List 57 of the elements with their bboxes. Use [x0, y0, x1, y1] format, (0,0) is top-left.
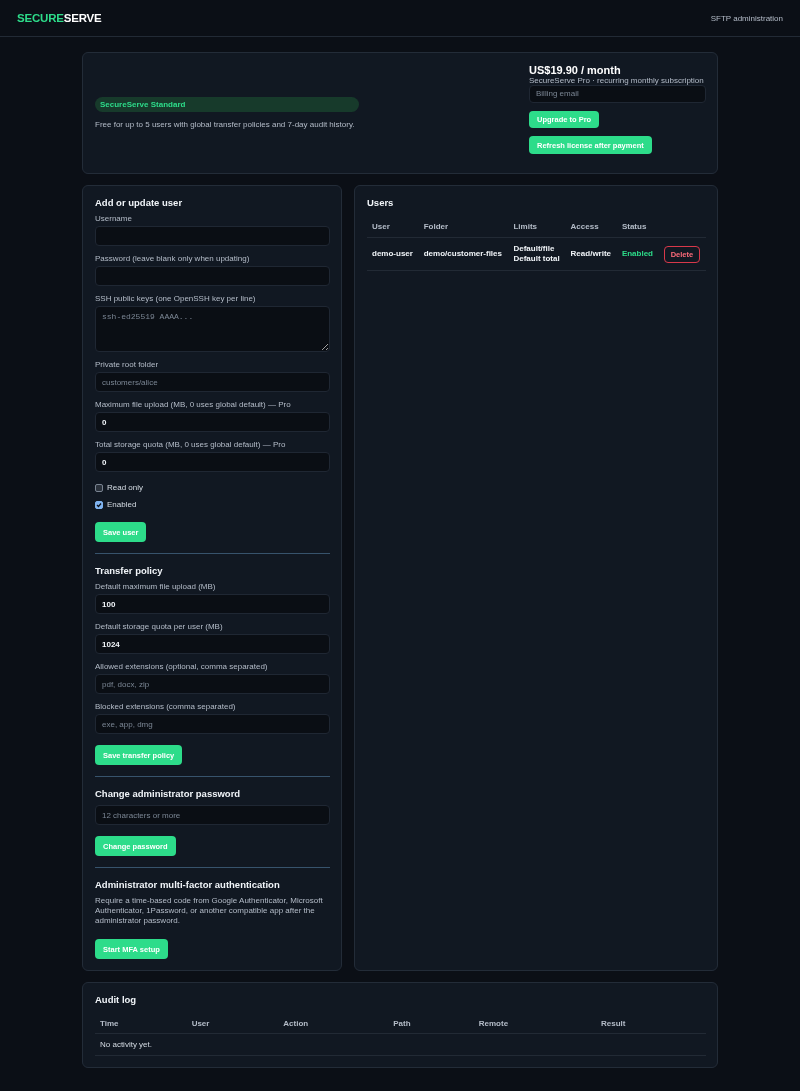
input-field[interactable]	[95, 226, 330, 246]
input-field[interactable]: 0	[95, 412, 330, 432]
field-label: Maximum file upload (MB, 0 uses global default) — Pro	[95, 400, 292, 410]
header-subtitle: SFTP administration	[710, 13, 783, 23]
checkbox-label: Enabled	[107, 500, 137, 509]
input-field[interactable]	[95, 266, 330, 286]
plan-badge: SecureServe Standard	[95, 96, 359, 112]
field-label: Allowed extensions (optional, comma separated)	[95, 662, 269, 672]
panel-title: Audit log	[95, 994, 138, 1005]
column-header: Limits	[508, 218, 566, 238]
input-field[interactable]: pdf, docx, zip	[95, 674, 330, 694]
panel-title: Users	[367, 197, 395, 208]
table-cell: demo/customer-files	[418, 237, 509, 271]
section-description: Require a time-based code from Google Authenticator, Microsoft Authenticator, 1Password, or another compatible app after the administrator password.	[95, 896, 324, 926]
checkbox-label: Read only	[107, 483, 144, 492]
input-field[interactable]: 1024	[95, 634, 330, 654]
field-label: Default maximum file upload (MB)	[95, 582, 217, 592]
column-header: Result	[595, 1015, 706, 1034]
field-label: Default storage quota per user (MB)	[95, 622, 224, 632]
input-field[interactable]: 100	[95, 594, 330, 614]
column-header: Status	[616, 218, 659, 238]
field-label: Blocked extensions (comma separated)	[95, 702, 237, 712]
field-label: SSH public keys (one OpenSSH key per line)	[95, 294, 257, 304]
logo-text: SERVE	[63, 12, 102, 24]
price-caption: SecureServe Pro · recurring monthly subscription	[529, 76, 705, 85]
column-header: User	[367, 218, 419, 238]
checkbox[interactable]	[95, 483, 103, 492]
column-header: Remote	[473, 1015, 596, 1034]
field-label: Private root folder	[95, 360, 160, 370]
field-label: Username	[95, 214, 133, 224]
section-title: Add or update user	[95, 197, 184, 208]
table-cell: Default/file Default total	[508, 237, 566, 271]
field-label: Password (leave blank only when updating)	[95, 254, 251, 264]
logo-text: SECURE	[17, 12, 64, 24]
input-field[interactable]: 0	[95, 452, 330, 472]
section-title: Transfer policy	[95, 565, 164, 576]
table-cell: demo-user	[367, 237, 419, 271]
input-field[interactable]: customers/alice	[95, 372, 330, 392]
checkbox[interactable]	[95, 500, 103, 509]
section-title: Change administrator password	[95, 788, 242, 799]
column-header: Time	[95, 1015, 187, 1034]
status-text: Enabled	[616, 237, 659, 271]
column-header: Path	[388, 1015, 474, 1034]
column-header: User	[186, 1015, 279, 1034]
billing-email-field[interactable]: Billing email	[529, 85, 706, 103]
column-header: Folder	[418, 218, 509, 238]
price-text: US$19.90 / month	[529, 64, 622, 76]
text-area[interactable]: ssh-ed25519 AAAA...	[95, 306, 330, 352]
input-field[interactable]: exe, app, dmg	[95, 714, 330, 734]
input-field[interactable]: 12 characters or more	[95, 805, 330, 825]
section-title: Administrator multi-factor authentication	[95, 879, 281, 890]
plan-description: Free for up to 5 users with global transfer policies and 7-day audit history.	[95, 119, 356, 130]
field-label: Total storage quota (MB, 0 uses global default) — Pro	[95, 440, 287, 450]
empty-message: No activity yet.	[100, 1040, 152, 1049]
column-header: Action	[278, 1015, 389, 1034]
table-cell: Read/write	[565, 237, 617, 271]
column-header: Access	[565, 218, 617, 238]
